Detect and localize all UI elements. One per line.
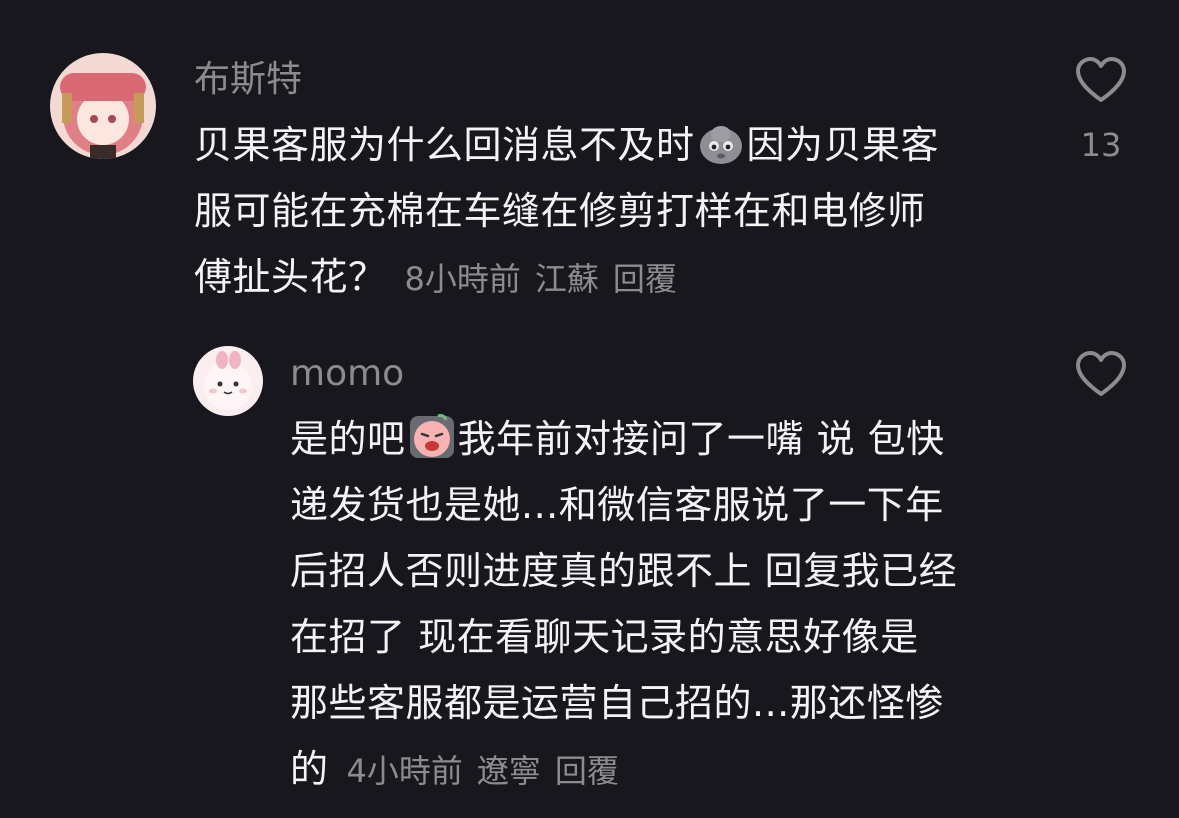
comment-line: 是的吧 我年前对接问了一嘴 说 包快 bbox=[290, 406, 957, 472]
text-segment: 是的吧 bbox=[290, 417, 406, 461]
comment-meta: 8小時前 江蘇 回覆 bbox=[405, 260, 691, 298]
avatar[interactable] bbox=[193, 346, 263, 416]
comment-line: 的 4小時前 遼寧 回覆 bbox=[290, 736, 957, 802]
comment-meta: 4小時前 遼寧 回覆 bbox=[347, 752, 633, 790]
comment-line: 在招了 现在看聊天记录的意思好像是 bbox=[290, 615, 919, 659]
avatar[interactable] bbox=[50, 53, 156, 159]
crying-face-emoji-icon bbox=[408, 412, 456, 460]
comment-line: 傅扯头花？ 8小時前 江蘇 回覆 bbox=[194, 244, 939, 310]
comment-text: 贝果客服为什么回消息不及时 因为贝果客 服可能在充棉在车缝在修剪打样在和电修师 … bbox=[194, 112, 939, 310]
text-segment: 傅扯头花？ bbox=[194, 255, 387, 299]
text-segment: 贝果客服为什么回消息不及时 bbox=[194, 123, 695, 167]
comment-line: 那些客服都是运营自己招的...那还怪惨 bbox=[290, 681, 944, 725]
comment-line: 贝果客服为什么回消息不及时 因为贝果客 bbox=[194, 112, 939, 178]
comment-2: momo 是的吧 我年前对接问了一嘴 说 包快 递发货也是她...和微信客服说了… bbox=[0, 330, 1179, 818]
timestamp: 4小時前 bbox=[346, 752, 463, 790]
comment-line: 后招人否则进度真的跟不上 回复我已经 bbox=[290, 549, 958, 593]
like-heart-icon[interactable] bbox=[1074, 54, 1128, 108]
text-segment: 的 bbox=[290, 747, 329, 791]
username[interactable]: 布斯特 bbox=[194, 58, 302, 102]
reply-button[interactable]: 回覆 bbox=[613, 260, 677, 298]
comment-text: 是的吧 我年前对接问了一嘴 说 包快 递发货也是她...和微信客服说了一下年 后… bbox=[290, 406, 957, 802]
location: 遼寧 bbox=[476, 752, 541, 790]
username[interactable]: momo bbox=[290, 352, 404, 396]
like-count: 13 bbox=[1080, 126, 1122, 164]
silly-face-emoji-icon bbox=[697, 118, 745, 166]
text-segment: 我年前对接问了一嘴 说 包快 bbox=[457, 417, 945, 461]
reply-button[interactable]: 回覆 bbox=[555, 752, 619, 790]
comment-line: 服可能在充棉在车缝在修剪打样在和电修师 bbox=[194, 189, 926, 233]
like-heart-icon[interactable] bbox=[1074, 348, 1128, 402]
text-segment: 因为贝果客 bbox=[746, 123, 940, 167]
comment-1: 布斯特 贝果客服为什么回消息不及时 因为贝果客 服可能在充棉在车缝在修剪打样在和… bbox=[0, 0, 1179, 330]
location: 江蘇 bbox=[534, 260, 599, 298]
timestamp: 8小時前 bbox=[404, 260, 521, 298]
comment-line: 递发货也是她...和微信客服说了一下年 bbox=[290, 483, 944, 527]
